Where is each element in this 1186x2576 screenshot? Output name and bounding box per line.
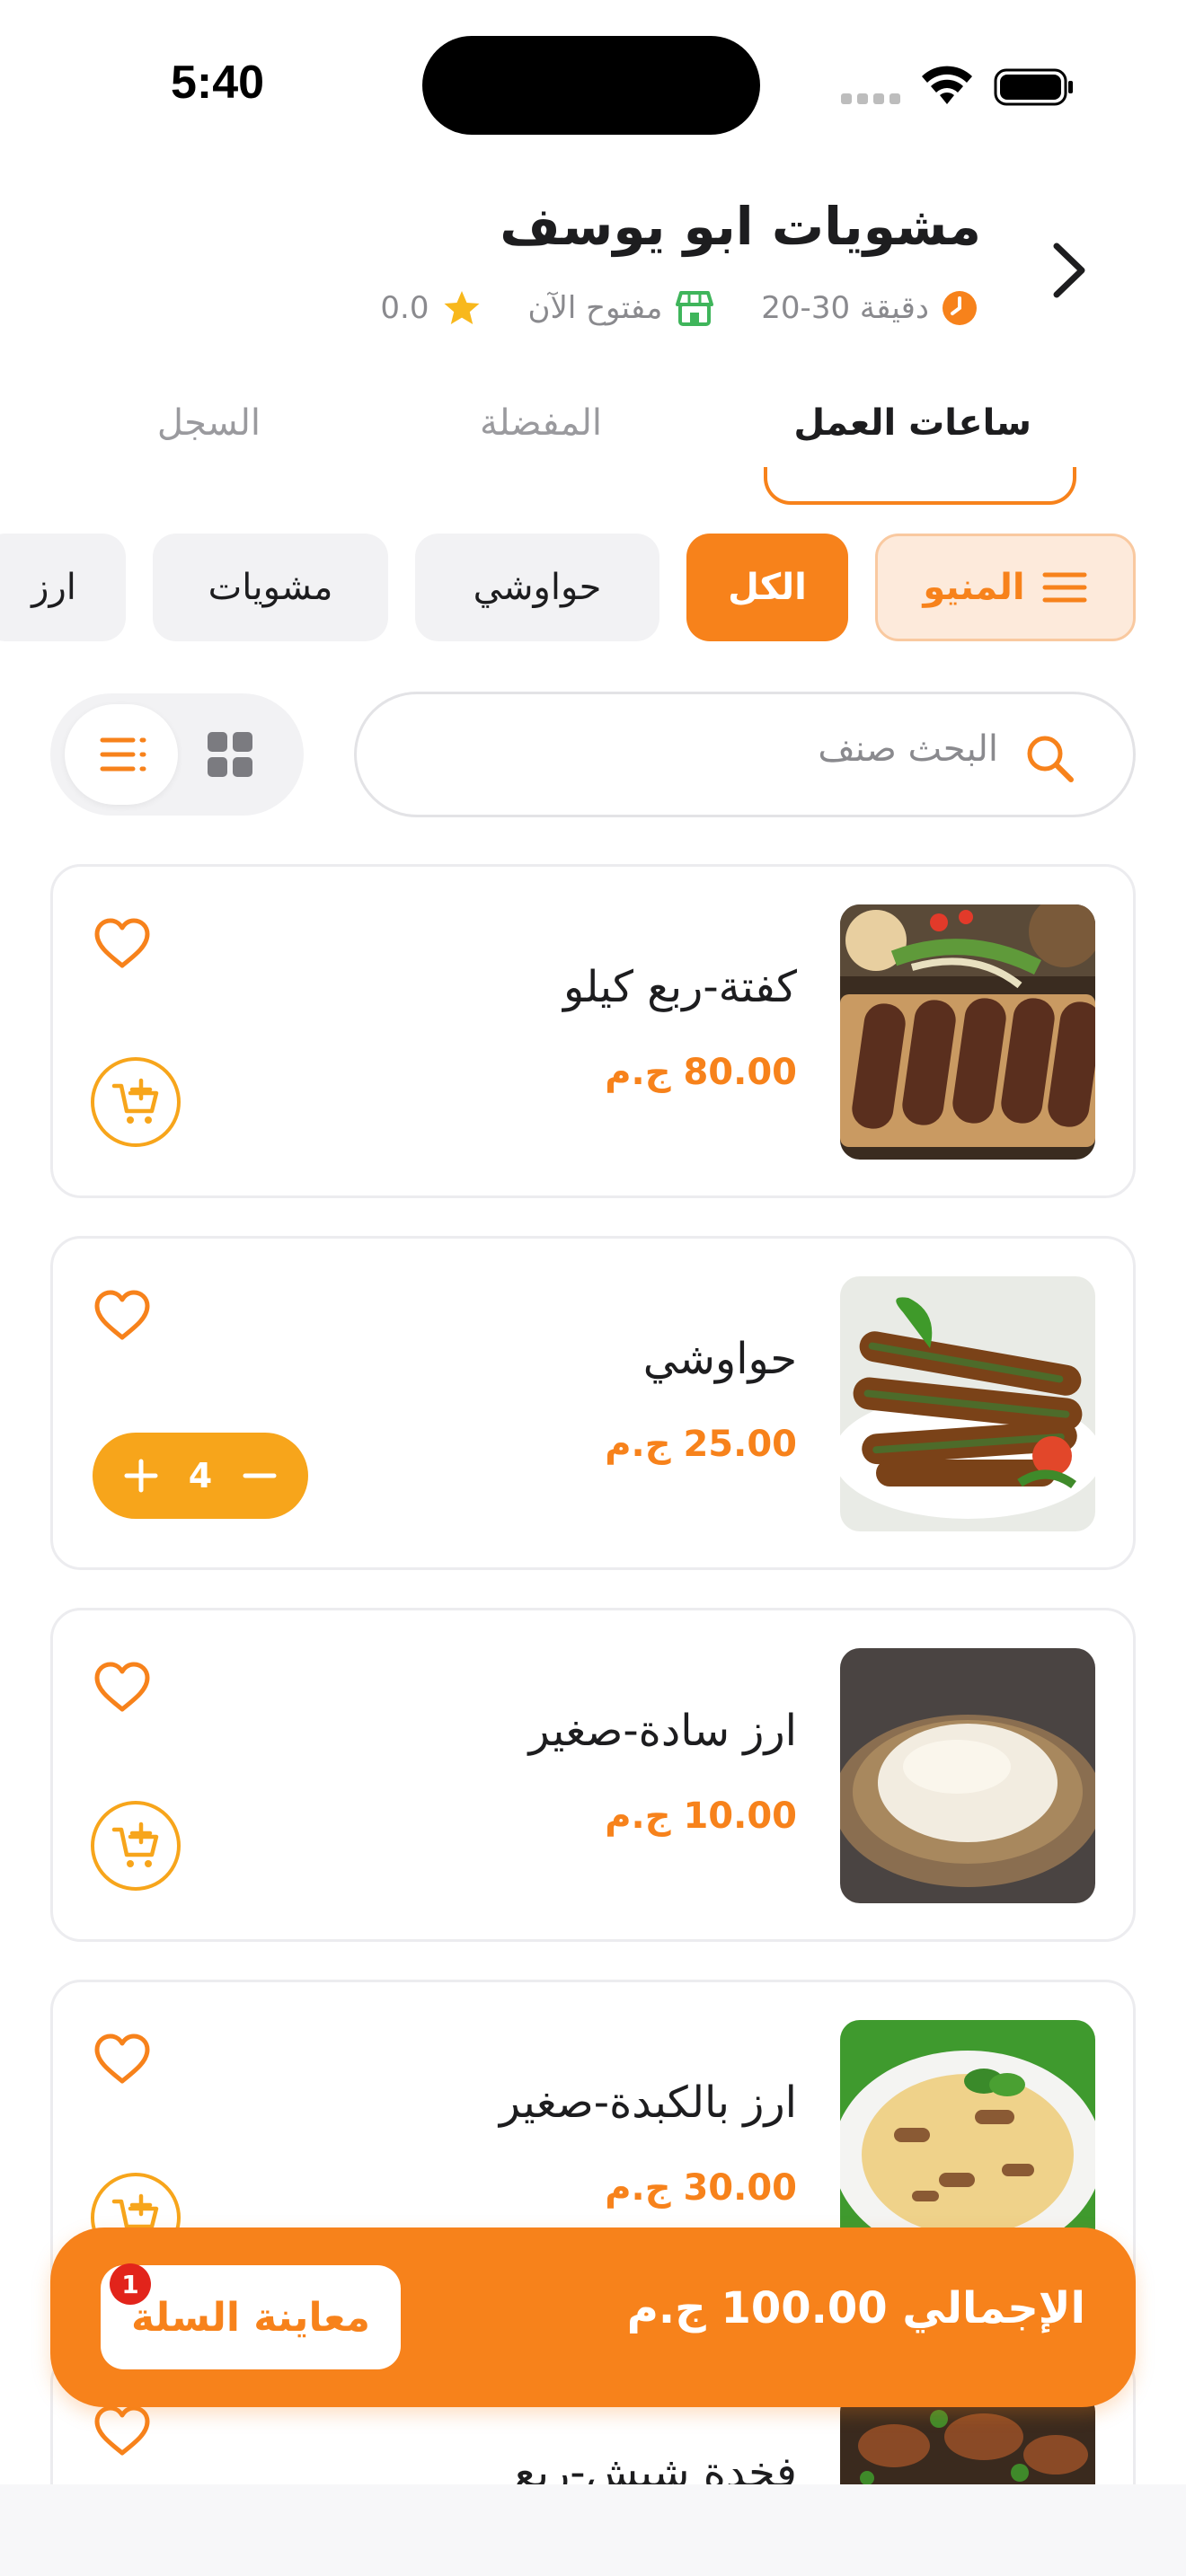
product-price: 25.00 ج.م <box>605 1424 797 1465</box>
product-price: 10.00 ج.م <box>605 1795 797 1837</box>
menu-chip-label: المنيو <box>923 567 1025 608</box>
back-arrow-icon[interactable] <box>1046 241 1093 300</box>
category-chip-hawawshi[interactable]: حواوشي <box>415 534 659 641</box>
restaurant-name: مشويات ابو يوسف <box>500 196 981 257</box>
search-icon[interactable] <box>1023 732 1075 784</box>
favorite-heart-icon[interactable] <box>93 1289 152 1343</box>
delivery-time: 20-30 دقيقة <box>761 290 978 326</box>
plus-icon[interactable] <box>123 1458 159 1494</box>
favorite-heart-icon[interactable] <box>93 2404 152 2458</box>
cart-summary-bar: الإجمالي 100.00 ج.م معاينة السلة 1 <box>50 2228 1136 2407</box>
restaurant-meta: 20-30 دقيقة مفتوح الآن 0.0 <box>380 286 978 331</box>
open-status: مفتوح الآن <box>528 290 715 326</box>
tab-working-hours[interactable]: ساعات العمل <box>793 402 1031 444</box>
product-name: حواوشي <box>642 1334 797 1384</box>
category-chip-grills[interactable]: مشويات <box>153 534 388 641</box>
battery-icon <box>994 68 1073 106</box>
cart-total: الإجمالي 100.00 ج.م <box>626 2283 1085 2333</box>
product-name: ارز بالكبدة-صغير <box>499 2078 797 2128</box>
wifi-icon <box>922 66 972 104</box>
cellular-signal-icon <box>841 93 902 104</box>
add-cart-icon <box>111 1822 159 1867</box>
list-view-button[interactable] <box>65 704 178 805</box>
clock-icon <box>943 291 977 325</box>
menu-chip[interactable]: المنيو <box>875 534 1136 641</box>
product-name: ارز سادة-صغير <box>528 1706 797 1756</box>
favorite-heart-icon[interactable] <box>93 2033 152 2086</box>
search-input[interactable] <box>495 728 998 770</box>
star-icon <box>444 291 479 324</box>
product-image-hawawshi <box>840 1276 1095 1531</box>
favorite-heart-icon[interactable] <box>93 917 152 971</box>
minus-icon[interactable] <box>242 1458 278 1494</box>
hamburger-icon <box>1042 572 1087 603</box>
product-price: 30.00 ج.م <box>605 2167 797 2209</box>
quantity-value: 4 <box>188 1456 213 1495</box>
list-view-icon <box>100 737 146 772</box>
product-card[interactable]: كفتة-ربع كيلو 80.00 ج.م <box>50 864 1136 1198</box>
product-price: 80.00 ج.م <box>605 1052 797 1093</box>
active-tab-indicator <box>764 467 1076 505</box>
delivery-time-text: 20-30 دقيقة <box>761 290 929 326</box>
product-card[interactable]: ارز سادة-صغير 10.00 ج.م <box>50 1608 1136 1942</box>
quantity-stepper: 4 <box>93 1433 308 1519</box>
add-cart-icon <box>111 1078 159 1124</box>
tab-history[interactable]: السجل <box>157 402 261 444</box>
category-chip-rice[interactable]: ارز <box>0 534 126 641</box>
favorite-heart-icon[interactable] <box>93 1661 152 1715</box>
dynamic-island <box>422 36 760 135</box>
grid-view-icon[interactable] <box>205 729 255 780</box>
status-time: 5:40 <box>171 57 265 109</box>
add-to-cart-button[interactable] <box>91 1801 181 1891</box>
cart-count-badge: 1 <box>110 2263 151 2305</box>
product-image-plain-rice <box>840 1648 1095 1903</box>
store-icon <box>676 291 714 326</box>
product-image-kofta <box>840 904 1095 1160</box>
tab-favorites[interactable]: المفضلة <box>480 402 602 444</box>
rating: 0.0 <box>380 289 481 327</box>
rating-value: 0.0 <box>380 290 429 326</box>
product-card[interactable]: حواوشي 25.00 ج.م 4 <box>50 1236 1136 1570</box>
product-name: كفتة-ربع كيلو <box>562 962 797 1012</box>
add-to-cart-button[interactable] <box>91 1057 181 1147</box>
home-indicator-area <box>0 2484 1186 2576</box>
category-chip-all[interactable]: الكل <box>686 534 848 641</box>
search-bar <box>354 692 1136 817</box>
open-status-text: مفتوح الآن <box>527 290 663 326</box>
product-name: فخدة شيش-ربع <box>514 2448 797 2486</box>
